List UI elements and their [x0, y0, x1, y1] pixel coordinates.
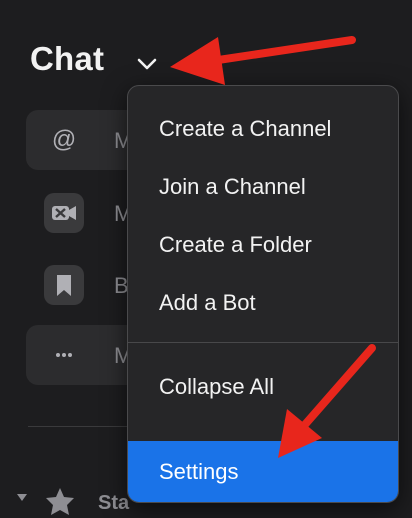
more-icon	[44, 335, 84, 375]
starred-label: Sta	[98, 492, 130, 514]
menu-item-create-folder[interactable]: Create a Folder	[128, 216, 398, 274]
menu-item-create-channel[interactable]: Create a Channel	[128, 100, 398, 158]
menu-item-settings[interactable]: Settings	[128, 441, 398, 502]
menu-item-collapse-all[interactable]: Collapse All	[128, 358, 398, 416]
svg-text:@: @	[52, 126, 76, 153]
page-title[interactable]: Chat	[30, 40, 104, 78]
starred-section[interactable]: Sta	[14, 484, 129, 518]
star-icon	[17, 488, 74, 515]
bookmark-icon	[44, 265, 84, 305]
menu-item-add-bot[interactable]: Add a Bot	[128, 274, 398, 332]
menu-item-join-channel[interactable]: Join a Channel	[128, 158, 398, 216]
video-off-icon	[44, 193, 84, 233]
menu-separator	[128, 342, 398, 343]
chat-panel: Chat @ M M B M Sta Create a Channel Join…	[0, 0, 412, 518]
chat-dropdown-menu: Create a Channel Join a Channel Create a…	[127, 85, 399, 503]
arrow-icon	[170, 36, 356, 85]
at-sign-icon: @	[44, 120, 84, 160]
chevron-down-icon[interactable]	[136, 56, 158, 72]
sidebar-divider	[28, 426, 128, 427]
